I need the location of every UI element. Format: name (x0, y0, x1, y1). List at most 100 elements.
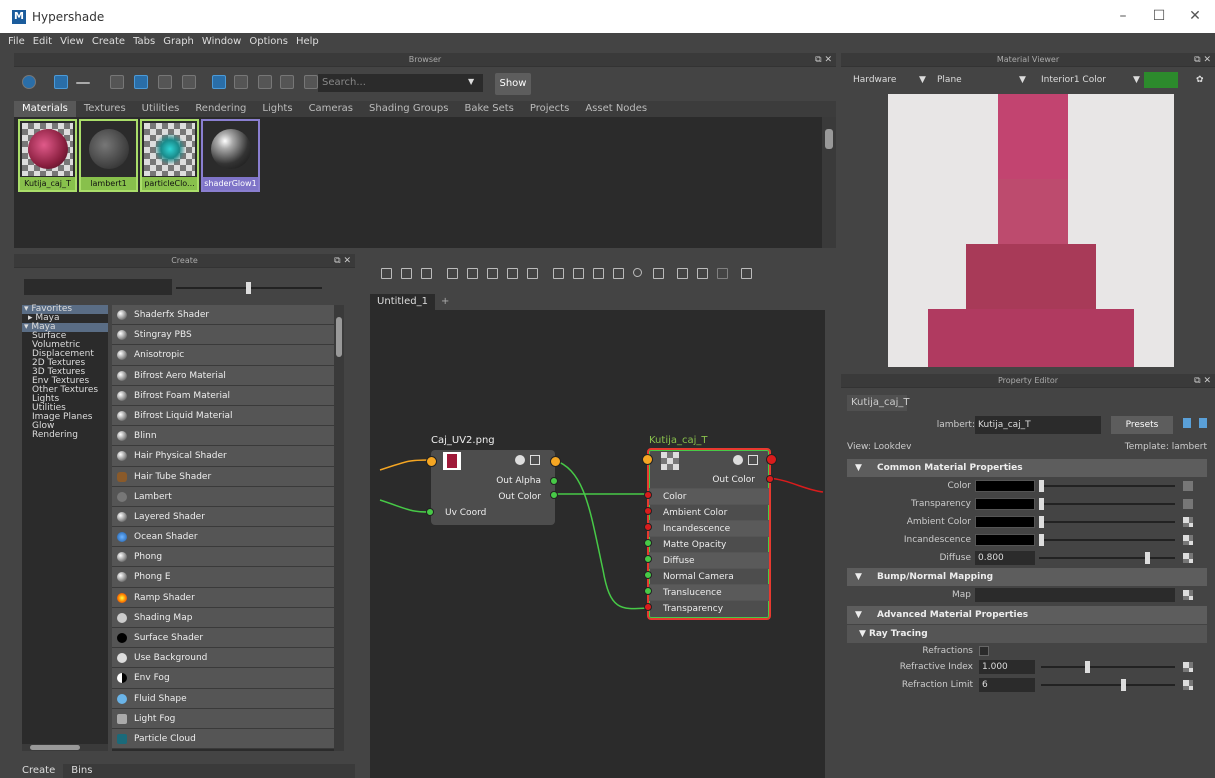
dock-icon[interactable]: ⧉ ✕ (1194, 374, 1211, 388)
list-item[interactable]: Bifrost Foam Material (112, 385, 342, 406)
prop-tab[interactable]: Kutija_caj_T (847, 395, 910, 411)
input-port[interactable] (642, 454, 653, 465)
section-advanced[interactable]: ▼ Advanced Material Properties (847, 606, 1207, 624)
swatch-shaderglow1[interactable]: shaderGlow1 (201, 119, 260, 192)
swatch-lambert1[interactable]: lambert1 (79, 119, 138, 192)
dock-icon[interactable]: ⧉ ✕ (334, 254, 351, 268)
tab-textures[interactable]: Textures (76, 101, 134, 117)
renderer-dropdown[interactable]: Hardware (853, 72, 909, 88)
add-tab-button[interactable]: + (441, 296, 449, 307)
list-item[interactable]: Lambert (112, 486, 342, 507)
input-port[interactable] (644, 491, 652, 499)
chevron-down-icon[interactable]: ▼ (1019, 72, 1027, 88)
list-item[interactable]: Bifrost Liquid Material (112, 405, 342, 427)
graph-up-icon[interactable] (527, 268, 538, 279)
output-port[interactable] (550, 477, 558, 485)
menu-help[interactable]: Help (296, 33, 319, 51)
cat-rendering[interactable]: Rendering (22, 431, 108, 440)
menu-graph[interactable]: Graph (163, 33, 194, 51)
swatch-particlecloud[interactable]: particleClo... (140, 119, 199, 192)
map-button-icon[interactable] (1183, 680, 1193, 690)
icon-view-small[interactable] (110, 75, 124, 89)
output-port[interactable] (550, 491, 558, 499)
environment-dropdown[interactable]: Interior1 Color (1041, 72, 1131, 88)
swatch-kutija[interactable]: Kutija_caj_T (18, 119, 77, 192)
diffuse-field[interactable]: 0.800 (975, 551, 1035, 565)
output-port[interactable] (550, 456, 561, 467)
map-button-icon[interactable] (1183, 535, 1193, 545)
map-button-icon[interactable] (1183, 662, 1193, 672)
incandescence-slider[interactable] (1039, 534, 1175, 546)
chevron-down-icon[interactable]: ▼ (919, 72, 927, 88)
view-mode-4-icon[interactable] (613, 268, 624, 279)
refractive-index-field[interactable]: 1.000 (979, 660, 1035, 674)
tab-untitled-1[interactable]: Untitled_1 (370, 294, 435, 310)
incandescence-swatch[interactable] (975, 534, 1035, 546)
sort-az-icon[interactable] (212, 75, 226, 89)
ambient-slider[interactable] (1039, 516, 1175, 528)
graph-more-icon[interactable] (741, 268, 752, 279)
sort-type-icon[interactable] (234, 75, 248, 89)
transparency-slider[interactable] (1039, 498, 1175, 510)
tab-cameras[interactable]: Cameras (301, 101, 361, 117)
texture-node[interactable]: Caj_UV2.png Out Alpha Out Color Uv Coord (431, 435, 555, 525)
view-mode-2-icon[interactable] (573, 268, 584, 279)
toggle-on-icon[interactable] (22, 75, 36, 89)
copy-tab-icon[interactable] (1199, 418, 1207, 428)
close-button[interactable]: ✕ (1186, 8, 1204, 24)
tab-projects[interactable]: Projects (522, 101, 577, 117)
magnify-icon[interactable] (633, 268, 642, 277)
tab-materials[interactable]: Materials (14, 101, 76, 117)
tab-create[interactable]: Create (14, 764, 64, 778)
search-input[interactable]: Search... (318, 74, 483, 92)
input-port[interactable] (644, 507, 652, 515)
rearrange-icon[interactable] (467, 268, 478, 279)
tab-bins[interactable]: Bins (63, 764, 100, 778)
section-common[interactable]: ▼ Common Material Properties (847, 459, 1207, 477)
graph-io-icon[interactable] (401, 268, 412, 279)
refractions-checkbox[interactable] (979, 646, 989, 656)
menu-window[interactable]: Window (202, 33, 241, 51)
minus-icon[interactable] (76, 82, 90, 84)
list-item[interactable]: Blinn (112, 426, 342, 447)
node-name-field[interactable]: Kutija_caj_T (975, 416, 1101, 434)
sort-time-icon[interactable] (258, 75, 272, 89)
section-bump[interactable]: ▼ Bump/Normal Mapping (847, 568, 1207, 586)
view-icon[interactable] (54, 75, 68, 89)
graph-canvas[interactable]: Caj_UV2.png Out Alpha Out Color Uv Coord… (370, 310, 825, 778)
geometry-dropdown[interactable]: Plane (937, 72, 1027, 88)
attr-mode-icon[interactable] (530, 455, 540, 465)
dock-icon[interactable]: ⧉ ✕ (1194, 53, 1211, 67)
menu-view[interactable]: View (60, 33, 84, 51)
show-button[interactable]: Show (495, 73, 531, 95)
refraction-limit-slider[interactable] (1041, 679, 1175, 691)
list-item[interactable]: Shaderfx Shader (112, 305, 342, 326)
list-item[interactable]: Stingray PBS (112, 325, 342, 346)
refraction-limit-field[interactable]: 6 (979, 678, 1035, 692)
input-port[interactable] (644, 523, 652, 531)
input-port[interactable] (426, 456, 437, 467)
swatch-mode-icon[interactable] (733, 455, 743, 465)
menu-create[interactable]: Create (92, 33, 125, 51)
render-icon[interactable] (1144, 72, 1178, 88)
swatch-toggle-icon[interactable] (653, 268, 664, 279)
refresh-icon[interactable] (280, 75, 294, 89)
list-item[interactable]: Light Fog (112, 708, 342, 729)
map-button-icon[interactable] (1183, 499, 1193, 509)
list-item[interactable]: Ramp Shader (112, 587, 342, 608)
map-button-icon[interactable] (1183, 590, 1193, 600)
graph-option-icon[interactable] (717, 268, 728, 279)
map-button-icon[interactable] (1183, 553, 1193, 563)
minimize-button[interactable]: – (1114, 8, 1132, 24)
graph-output-icon[interactable] (421, 268, 432, 279)
dock-icon[interactable]: ⧉ ✕ (815, 53, 832, 67)
icon-view-medium[interactable] (134, 75, 148, 89)
list-item[interactable]: Phong (112, 547, 342, 568)
map-button-icon[interactable] (1183, 517, 1193, 527)
input-port[interactable] (644, 555, 652, 563)
list-item[interactable]: Layered Shader (112, 506, 342, 528)
menu-options[interactable]: Options (249, 33, 288, 51)
snap-icon[interactable] (697, 268, 708, 279)
tab-utilities[interactable]: Utilities (134, 101, 188, 117)
add-icon[interactable] (487, 268, 498, 279)
